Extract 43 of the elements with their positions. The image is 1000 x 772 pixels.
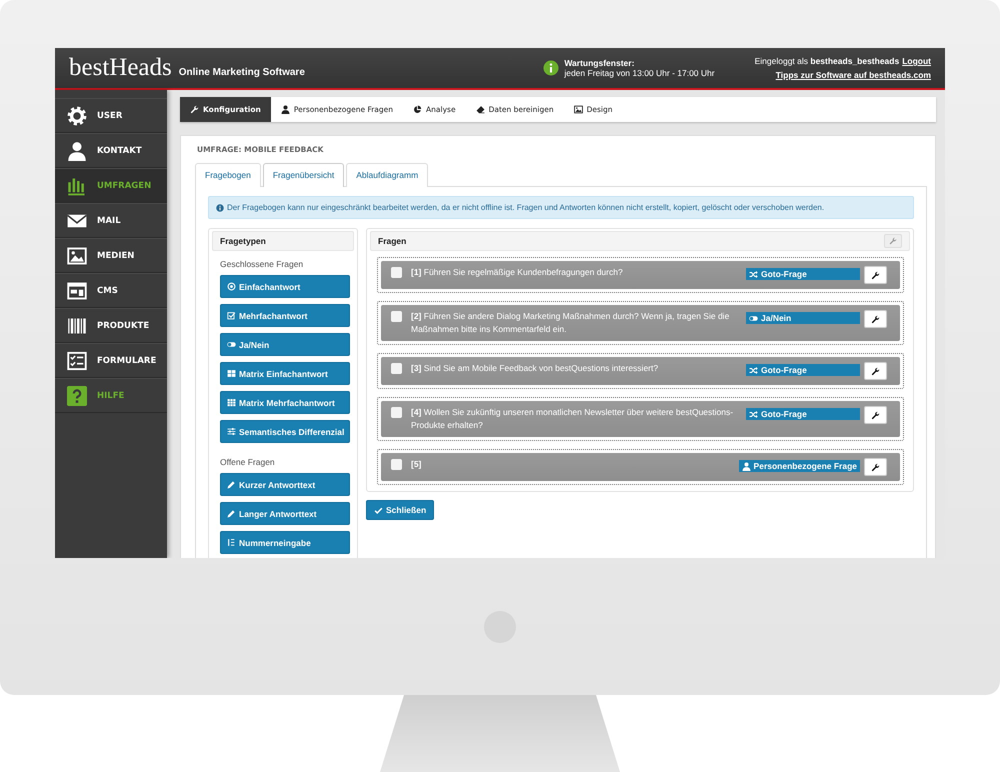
close-button[interactable]: Schließen [366, 500, 434, 520]
question-type-button[interactable]: Kurzer Antworttext [220, 473, 350, 496]
sidebar-item[interactable]: MEDIEN [55, 238, 167, 273]
notice-title: Wartungsfenster: [564, 58, 636, 68]
question-type-tag: Goto-Frage [746, 268, 860, 280]
sidebar-item[interactable]: USER [55, 98, 167, 133]
question-text: [2] Führen Sie andere Dialog Marketing Maßnahmen durch? Wenn ja, tragen Sie die Maßnahmen bitte ins Kommentarfeld ein. [411, 310, 730, 336]
sidebar-item[interactable]: PRODUKTE [55, 308, 167, 343]
question-type-button[interactable]: Langer Antworttext [220, 502, 350, 525]
question-type-button[interactable]: Einfachantwort [220, 275, 350, 298]
question-text: [1] Führen Sie regelmäßige Kundenbefragungen durch? [411, 266, 624, 279]
sidebar-item[interactable]: FORMULARE [55, 343, 167, 378]
group-heading: Geschlossene Fragen [220, 259, 304, 269]
tab[interactable]: Ablaufdiagramm [346, 163, 428, 187]
question-type-button[interactable]: Nummerneingabe [220, 531, 350, 554]
tagline: Online Marketing Software [178, 67, 305, 78]
question-text: [5] [411, 458, 422, 471]
group-heading: Offene Fragen [220, 457, 275, 467]
question-text: [4] Wollen Sie zukünftig unseren monatlichen Newsletter über weitere bestQuestions-Produkte erhalten? [411, 406, 734, 432]
question-type-button[interactable]: Matrix Mehrfachantwort [220, 391, 350, 414]
logout-link[interactable]: Logout [902, 56, 931, 66]
question-type-tag: Goto-Frage [746, 408, 860, 420]
question-type-button[interactable]: Ja/Nein [220, 333, 350, 356]
login-text: Eingeloggt als bestheads_bestheads [754, 56, 900, 66]
sidebar-item[interactable]: CMS [55, 273, 167, 308]
question-type-tag: Ja/Nein [746, 312, 860, 324]
panel-header-title: Fragetypen [220, 236, 266, 246]
question-text: [3] Sind Sie am Mobile Feedback von bestQuestions interessiert? [411, 362, 660, 375]
logo-text: bestHeads [69, 54, 172, 82]
sidebar-item[interactable]: MAIL [55, 203, 167, 238]
tab[interactable]: Fragebogen [195, 163, 261, 187]
tab[interactable]: Fragenübersicht [262, 163, 344, 187]
question-type-tag: Personenbezogene Frage [738, 460, 860, 472]
sidebar-item[interactable]: HILFE [55, 378, 167, 413]
sidebar-item[interactable]: UMFRAGEN [55, 168, 167, 203]
panel-header-title: Fragen [378, 236, 406, 246]
question-type-button[interactable]: Semantisches Differenzial [220, 420, 350, 443]
question-type-tag: Goto-Frage [746, 364, 860, 376]
question-type-button[interactable]: Matrix Einfachantwort [220, 362, 350, 385]
tips-link[interactable]: Tipps zur Software auf bestheads.com [776, 70, 931, 80]
notice-text: jeden Freitag von 13:00 Uhr - 17:00 Uhr [564, 68, 715, 78]
alert-text: Der Fragebogen kann nur eingeschränkt bearbeitet werden, da er nicht offline ist. Fragen und Antworten können nicht erstellt, kopiert, gelöscht oder verschoben werden. [227, 203, 824, 212]
question-type-button[interactable]: Mehrfachantwort [220, 304, 350, 327]
